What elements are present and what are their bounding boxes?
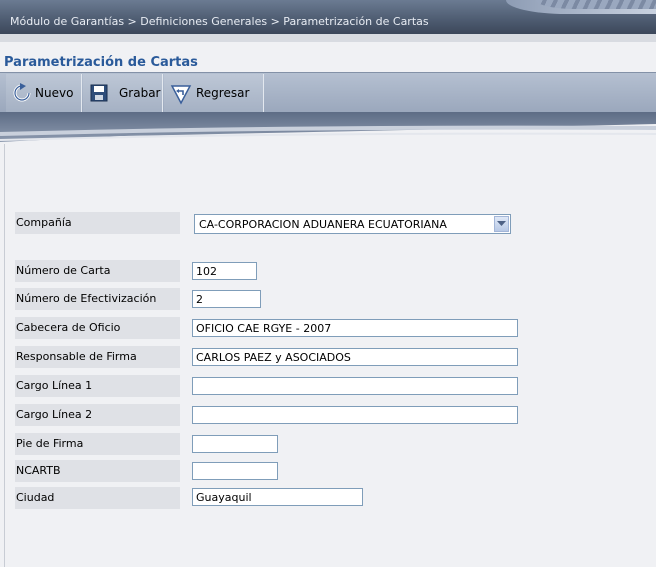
return-icon — [170, 83, 192, 105]
refresh-icon — [12, 83, 32, 103]
toolbar: Nuevo Grabar Regresar — [0, 72, 656, 113]
regresar-label: Regresar — [196, 86, 250, 100]
header-divider — [0, 34, 656, 42]
compania-label: Compañía — [15, 212, 180, 234]
regresar-button[interactable]: Regresar — [164, 74, 264, 112]
cabecera-field[interactable]: OFICIO CAE RGYE - 2007 — [192, 319, 518, 337]
cabecera-label: Cabecera de Oficio — [15, 317, 180, 339]
pie-field[interactable] — [192, 435, 278, 453]
numero-carta-label: Número de Carta — [15, 260, 180, 282]
pie-label: Pie de Firma — [15, 433, 180, 455]
grabar-label: Grabar — [119, 86, 161, 100]
ncartb-field[interactable] — [192, 462, 278, 480]
ncartb-label: NCARTB — [15, 460, 180, 482]
decorative-band — [0, 112, 656, 142]
cargo2-field[interactable] — [192, 406, 518, 424]
header-decoration-stripes — [536, 0, 656, 9]
cargo1-label: Cargo Línea 1 — [15, 375, 180, 397]
grabar-button[interactable]: Grabar — [83, 74, 163, 112]
cargo2-label: Cargo Línea 2 — [15, 404, 180, 426]
numero-efectivizacion-label: Número de Efectivización — [15, 288, 180, 310]
chevron-down-icon[interactable] — [494, 216, 509, 232]
ciudad-label: Ciudad — [15, 487, 180, 509]
ciudad-field[interactable]: Guayaquil — [192, 488, 363, 506]
compania-selected-value: CA-CORPORACION ADUANERA ECUATORIANA — [199, 218, 447, 231]
compania-select[interactable]: CA-CORPORACION ADUANERA ECUATORIANA — [194, 214, 511, 234]
numero-efectivizacion-field[interactable]: 2 — [192, 290, 261, 308]
nuevo-label: Nuevo — [35, 86, 74, 100]
header-bar: Módulo de Garantías > Definiciones Gener… — [0, 0, 656, 34]
content-border — [4, 144, 5, 567]
page-title: Parametrización de Cartas — [4, 55, 198, 70]
responsable-label: Responsable de Firma — [15, 346, 180, 368]
numero-carta-field[interactable]: 102 — [192, 262, 257, 280]
save-icon — [89, 83, 109, 103]
cargo1-field[interactable] — [192, 377, 518, 395]
responsable-field[interactable]: CARLOS PAEZ y ASOCIADOS — [192, 348, 518, 366]
breadcrumb: Módulo de Garantías > Definiciones Gener… — [10, 15, 429, 28]
nuevo-button[interactable]: Nuevo — [6, 74, 82, 112]
